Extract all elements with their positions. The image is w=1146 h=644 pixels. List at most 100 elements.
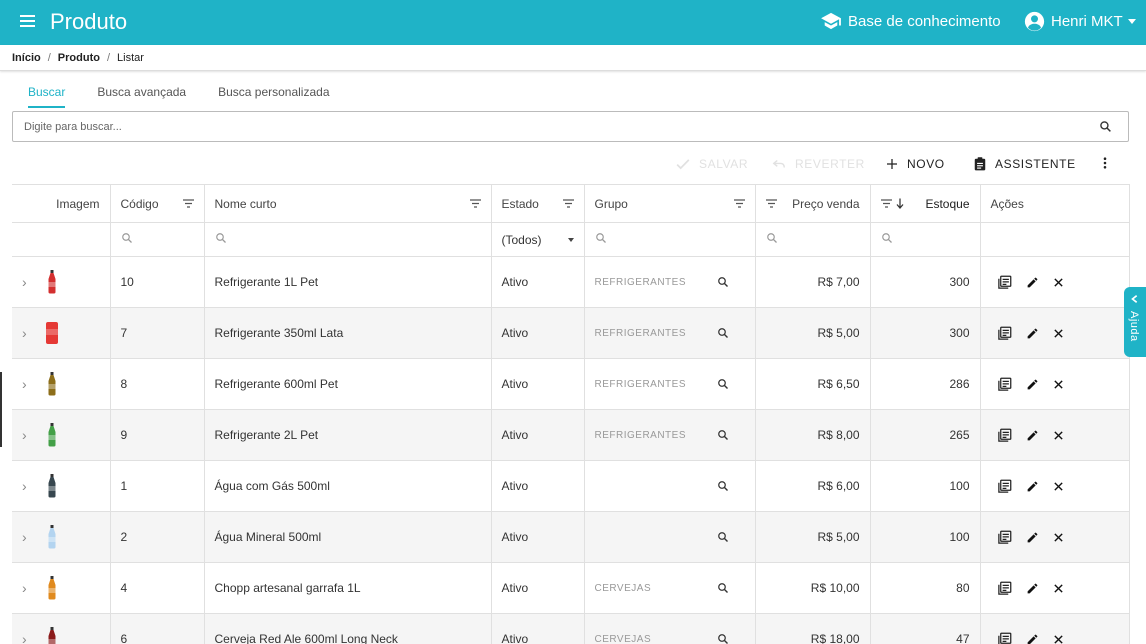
edit-button[interactable] (1026, 633, 1039, 644)
knowledge-base-link[interactable]: Base de conhecimento (820, 12, 1001, 30)
save-button[interactable]: Salvar (676, 157, 748, 171)
state-cell: Ativo (491, 613, 585, 644)
column-header-code[interactable]: Código (110, 184, 205, 223)
group-value: REFRIGERANTES (594, 378, 687, 390)
actions-cell (980, 511, 1130, 563)
filter-cell-price[interactable] (755, 222, 871, 257)
tab-busca-avancada[interactable]: Busca avançada (81, 80, 202, 108)
expand-row-chevron-icon[interactable]: › (22, 325, 27, 341)
table-row[interactable]: › 4 Chopp artesanal garrafa 1L Ativo CERVEJA… (12, 562, 1130, 614)
check-icon (676, 159, 690, 170)
column-label: Imagem (56, 196, 100, 211)
filter-cell-stock[interactable] (870, 222, 981, 257)
delete-button[interactable] (1053, 634, 1064, 644)
group-lookup-button[interactable] (717, 429, 729, 441)
product-image (48, 474, 56, 498)
tab-buscar[interactable]: Buscar (12, 80, 81, 108)
breadcrumb-produto[interactable]: Produto (58, 52, 100, 64)
product-image (46, 322, 59, 344)
expand-row-chevron-icon[interactable]: › (22, 631, 27, 644)
edit-button[interactable] (1026, 327, 1039, 340)
column-header-state[interactable]: Estado (491, 184, 585, 223)
table-row[interactable]: › 9 Refrigerante 2L Pet Ativo REFRIGERANTES R… (12, 409, 1130, 461)
search-input[interactable] (13, 120, 1099, 133)
column-label: Código (120, 196, 159, 211)
group-lookup-button[interactable] (717, 276, 729, 288)
table-row[interactable]: › 10 Refrigerante 1L Pet Ativo REFRIGERANTES… (12, 256, 1130, 308)
expand-row-chevron-icon[interactable]: › (22, 274, 27, 290)
table-row[interactable]: › 2 Água Mineral 500ml Ativo R$ 5,00 100 (12, 511, 1130, 563)
help-tab[interactable]: Ajuda (1124, 287, 1146, 357)
search-icon[interactable] (1099, 120, 1112, 133)
breadcrumb-home[interactable]: Início (12, 52, 41, 64)
group-lookup-button[interactable] (717, 378, 729, 390)
view-details-button[interactable] (997, 581, 1012, 596)
hamburger-menu-icon[interactable] (20, 15, 35, 29)
view-details-button[interactable] (997, 275, 1012, 290)
view-details-button[interactable] (997, 530, 1012, 545)
row-image-cell: › (12, 562, 111, 614)
view-details-button[interactable] (997, 479, 1012, 494)
sort-descending-icon[interactable] (896, 198, 904, 209)
user-menu[interactable]: Henri MKT (1024, 11, 1136, 32)
more-options-button[interactable] (1103, 157, 1116, 169)
table-row[interactable]: › 8 Refrigerante 600ml Pet Ativo REFRIGERANT… (12, 358, 1130, 410)
edit-button[interactable] (1026, 582, 1039, 595)
edit-button[interactable] (1026, 429, 1039, 442)
filter-icon[interactable] (182, 199, 194, 208)
table-row[interactable]: › 6 Cerveja Red Ale 600ml Long Neck Ativo CE… (12, 613, 1130, 644)
filter-icon[interactable] (733, 199, 745, 208)
state-cell: Ativo (491, 256, 585, 308)
delete-button[interactable] (1053, 430, 1064, 441)
table-row[interactable]: › 7 Refrigerante 350ml Lata Ativo REFRIGERAN… (12, 307, 1130, 359)
column-header-price[interactable]: Preço venda (755, 184, 871, 223)
row-image-cell: › (12, 358, 111, 410)
delete-button[interactable] (1053, 532, 1064, 543)
search-icon (717, 430, 728, 440)
plus-icon (887, 159, 897, 169)
filter-cell-short-name[interactable] (204, 222, 492, 257)
group-lookup-button[interactable] (717, 531, 729, 543)
expand-row-chevron-icon[interactable]: › (22, 478, 27, 494)
column-header-image[interactable]: Imagem (12, 184, 111, 223)
view-details-button[interactable] (997, 428, 1012, 443)
group-lookup-button[interactable] (717, 633, 729, 644)
edit-button[interactable] (1026, 531, 1039, 544)
delete-button[interactable] (1053, 277, 1064, 288)
filter-icon[interactable] (880, 199, 892, 208)
edit-button[interactable] (1026, 378, 1039, 391)
revert-button[interactable]: Reverter (772, 157, 865, 171)
table-row[interactable]: › 1 Água com Gás 500ml Ativo R$ 6,00 100 (12, 460, 1130, 512)
short-name-cell: Refrigerante 600ml Pet (204, 358, 492, 410)
view-details-button[interactable] (997, 326, 1012, 341)
assistant-button[interactable]: Assistente (974, 157, 1076, 171)
new-button[interactable]: Novo (886, 157, 945, 171)
expand-row-chevron-icon[interactable]: › (22, 427, 27, 443)
expand-row-chevron-icon[interactable]: › (22, 376, 27, 392)
column-header-stock[interactable]: Estoque (870, 184, 981, 223)
delete-button[interactable] (1053, 481, 1064, 492)
state-filter-select[interactable]: (Todos) (502, 233, 574, 247)
group-lookup-button[interactable] (717, 582, 729, 594)
group-lookup-button[interactable] (717, 327, 729, 339)
filter-icon[interactable] (469, 199, 481, 208)
filter-cell-code[interactable] (110, 222, 205, 257)
delete-button[interactable] (1053, 379, 1064, 390)
view-details-button[interactable] (997, 377, 1012, 392)
expand-row-chevron-icon[interactable]: › (22, 580, 27, 596)
filter-cell-group[interactable] (584, 222, 756, 257)
edit-button[interactable] (1026, 480, 1039, 493)
group-cell: REFRIGERANTES (584, 256, 756, 308)
filter-icon[interactable] (562, 199, 574, 208)
view-details-button[interactable] (997, 632, 1012, 644)
column-header-group[interactable]: Grupo (584, 184, 756, 223)
expand-row-chevron-icon[interactable]: › (22, 529, 27, 545)
tab-busca-personalizada[interactable]: Busca personalizada (202, 80, 345, 108)
edit-button[interactable] (1026, 276, 1039, 289)
filter-icon[interactable] (765, 199, 777, 208)
column-header-short-name[interactable]: Nome curto (204, 184, 492, 223)
group-lookup-button[interactable] (717, 480, 729, 492)
filter-cell-state[interactable]: (Todos) (491, 222, 585, 257)
delete-button[interactable] (1053, 328, 1064, 339)
delete-button[interactable] (1053, 583, 1064, 594)
